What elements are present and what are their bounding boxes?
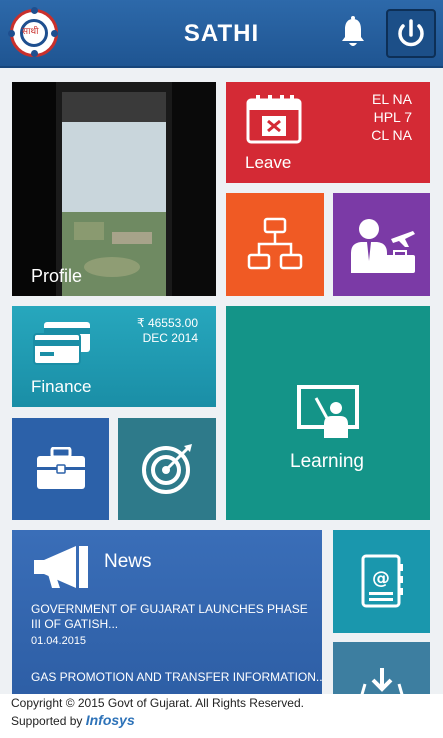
news-item-date: 01.04.2015	[31, 635, 87, 647]
app-footer: Copyright © 2015 Govt of Gujarat. All Ri…	[0, 694, 443, 738]
profile-tile[interactable]: Profile	[12, 82, 216, 296]
leave-balance-cl: CL NA	[371, 127, 412, 143]
org-chart-tile[interactable]	[226, 193, 324, 296]
news-item[interactable]: GOVERNMENT OF GUJARAT LAUNCHES PHASE III…	[31, 602, 316, 649]
megaphone-icon	[34, 546, 88, 588]
finance-tile[interactable]: Finance ₹ 46553.00 DEC 2014	[12, 306, 216, 407]
leave-balance-hpl: HPL 7	[373, 109, 412, 125]
briefcase-tile[interactable]	[12, 418, 109, 520]
profile-label: Profile	[31, 266, 83, 286]
learning-tile[interactable]: Learning	[226, 306, 430, 520]
briefcase-icon	[37, 447, 85, 489]
travel-tile[interactable]	[333, 193, 430, 296]
profile-photo	[12, 82, 216, 296]
finance-summary: ₹ 46553.00 DEC 2014	[137, 316, 198, 346]
contacts-tile[interactable]: @	[333, 530, 430, 633]
power-button[interactable]	[386, 9, 436, 58]
teacher-board-icon	[297, 385, 359, 438]
news-item-title: GAS PROMOTION AND TRANSFER INFORMATION..…	[31, 670, 322, 684]
copyright-text: Copyright © 2015 Govt of Gujarat. All Ri…	[11, 696, 304, 710]
finance-period: DEC 2014	[142, 331, 198, 345]
traveler-icon	[351, 219, 415, 273]
download-tile[interactable]	[333, 642, 430, 702]
svg-text:@: @	[372, 568, 390, 589]
app-title: SATHI	[183, 20, 260, 47]
infosys-logo: Infosys	[85, 712, 135, 728]
leave-balance-el: EL NA	[372, 91, 412, 107]
finance-amount: ₹ 46553.00	[136, 316, 198, 330]
notification-bell-icon[interactable]	[338, 16, 368, 50]
supported-by-label: Supported by	[11, 714, 83, 728]
news-item[interactable]: GAS PROMOTION AND TRANSFER INFORMATION..…	[31, 670, 322, 685]
calendar-cancel-icon	[246, 95, 302, 144]
finance-label: Finance	[31, 377, 92, 396]
learning-label: Learning	[290, 451, 364, 472]
news-item-title: GOVERNMENT OF GUJARAT LAUNCHES PHASE III…	[31, 602, 308, 631]
supported-by: Supported by Infosys	[11, 712, 443, 729]
goals-tile[interactable]	[118, 418, 216, 520]
leave-tile[interactable]: Leave EL NA HPL 7 CL NA	[226, 82, 430, 183]
app-header: साथी SATHI	[0, 0, 443, 68]
org-chart-icon	[247, 217, 303, 270]
news-label: News	[104, 551, 152, 572]
credit-cards-icon	[33, 322, 90, 365]
target-icon	[142, 444, 192, 494]
address-book-icon: @	[361, 554, 403, 608]
news-tile[interactable]: News GOVERNMENT OF GUJARAT LAUNCHES PHAS…	[12, 530, 322, 700]
power-icon	[398, 19, 424, 47]
leave-balances: EL NA HPL 7 CL NA	[371, 90, 412, 144]
leave-label: Leave	[245, 153, 292, 172]
